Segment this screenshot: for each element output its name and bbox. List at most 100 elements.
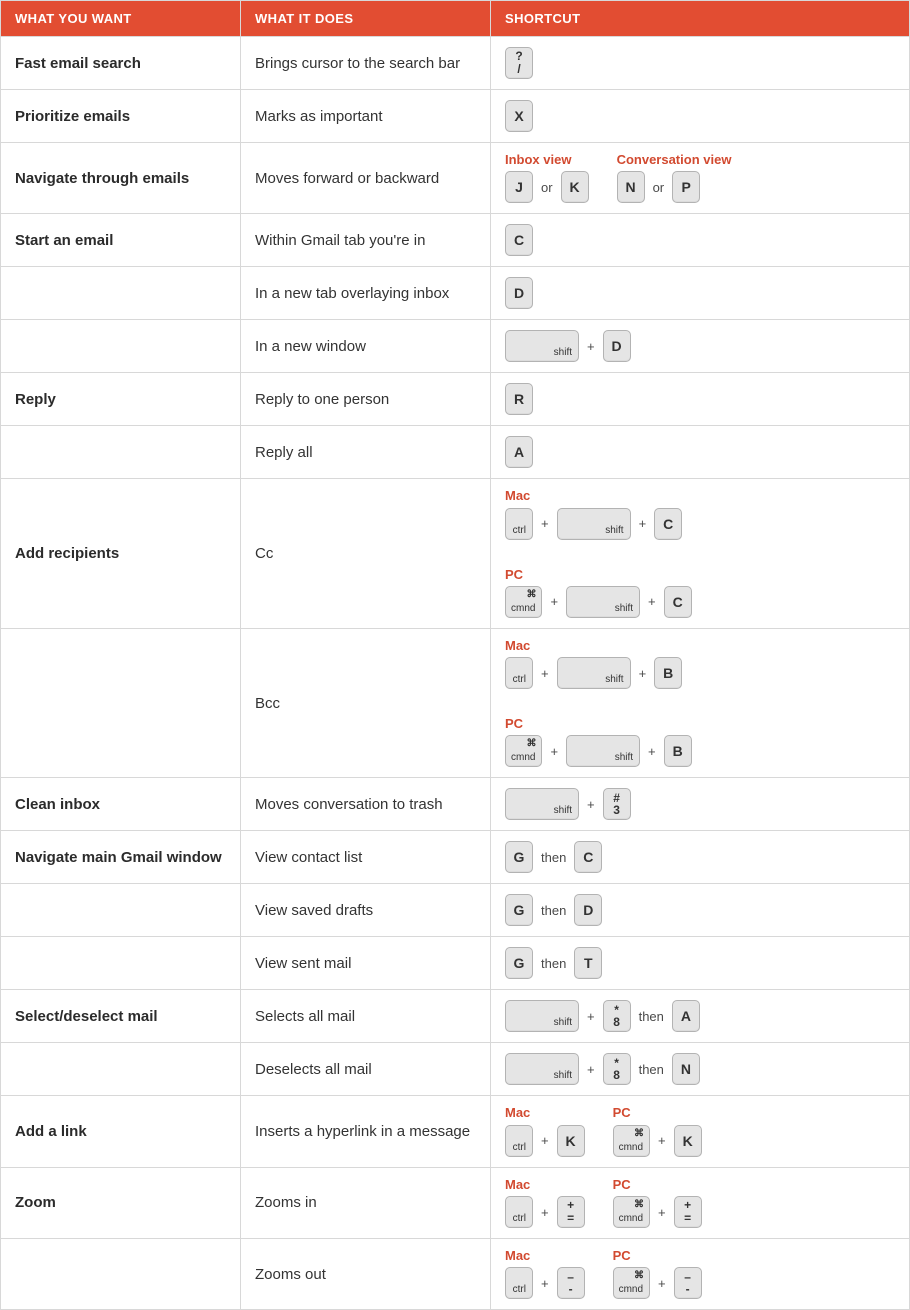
cell-does: In a new tab overlaying inbox bbox=[241, 267, 491, 320]
group-conversation-view: Conversation view N or P bbox=[617, 153, 732, 203]
joiner-plus: + bbox=[539, 1276, 551, 1291]
key-plus-equals: + = bbox=[557, 1196, 585, 1228]
table-row: Add a link Inserts a hyperlink in a mess… bbox=[1, 1096, 910, 1167]
joiner-plus: + bbox=[548, 594, 560, 609]
cell-shortcut: Inbox view J or K Conversation view N or… bbox=[491, 143, 910, 214]
table-row: Navigate through emails Moves forward or… bbox=[1, 143, 910, 214]
cell-want: Navigate through emails bbox=[1, 143, 241, 214]
cell-does: Cc bbox=[241, 479, 491, 629]
cell-does: Within Gmail tab you're in bbox=[241, 214, 491, 267]
key-shift: shift bbox=[505, 330, 579, 362]
group-mac: Mac ctrl + + = bbox=[505, 1178, 585, 1228]
cell-does: Reply all bbox=[241, 426, 491, 479]
table-row: Clean inbox Moves conversation to trash … bbox=[1, 778, 910, 831]
group-mac: Mac ctrl + shift + B bbox=[505, 639, 682, 689]
cell-want bbox=[1, 1043, 241, 1096]
key-k: K bbox=[674, 1125, 702, 1157]
key-shift: shift bbox=[566, 735, 640, 767]
cell-want: Clean inbox bbox=[1, 778, 241, 831]
key-a: A bbox=[672, 1000, 700, 1032]
group-pc: PC ⌘ cmnd + K bbox=[613, 1106, 702, 1156]
key-ctrl: ctrl bbox=[505, 508, 533, 540]
key-n: N bbox=[672, 1053, 700, 1085]
label-mac: Mac bbox=[505, 1178, 585, 1192]
cell-does: Moves forward or backward bbox=[241, 143, 491, 214]
cell-want bbox=[1, 426, 241, 479]
label-inbox-view: Inbox view bbox=[505, 153, 589, 167]
table-row: Reply all A bbox=[1, 426, 910, 479]
table-row: Add recipients Cc Mac ctrl + shift + C bbox=[1, 479, 910, 629]
key-ctrl: ctrl bbox=[505, 1196, 533, 1228]
joiner-plus: + bbox=[539, 1205, 551, 1220]
cell-does: Moves conversation to trash bbox=[241, 778, 491, 831]
key-hash-3: # 3 bbox=[603, 788, 631, 820]
cell-does: Zooms in bbox=[241, 1167, 491, 1238]
label-mac: Mac bbox=[505, 1249, 585, 1263]
group-mac: Mac ctrl + shift + C bbox=[505, 489, 682, 539]
label-pc: PC bbox=[505, 568, 692, 582]
key-shift: shift bbox=[557, 657, 631, 689]
key-plus-equals: + = bbox=[674, 1196, 702, 1228]
cell-shortcut: ? / bbox=[491, 37, 910, 90]
joiner-plus: + bbox=[539, 516, 551, 531]
key-b: B bbox=[654, 657, 682, 689]
cell-want: Add recipients bbox=[1, 479, 241, 629]
key-b: B bbox=[664, 735, 692, 767]
joiner-then: then bbox=[637, 1062, 666, 1077]
joiner-or: or bbox=[651, 180, 667, 195]
joiner-plus: + bbox=[637, 666, 649, 681]
label-mac: Mac bbox=[505, 1106, 585, 1120]
table-row: In a new window shift + D bbox=[1, 320, 910, 373]
joiner-plus: + bbox=[585, 797, 597, 812]
group-pc: PC ⌘ cmnd + shift + C bbox=[505, 568, 692, 618]
key-question-slash: ? / bbox=[505, 47, 533, 79]
key-shift: shift bbox=[566, 586, 640, 618]
key-c: C bbox=[664, 586, 692, 618]
table-row: Bcc Mac ctrl + shift + B PC bbox=[1, 628, 910, 778]
joiner-plus: + bbox=[656, 1205, 668, 1220]
cell-shortcut: X bbox=[491, 90, 910, 143]
cell-shortcut: C bbox=[491, 214, 910, 267]
label-pc: PC bbox=[613, 1106, 702, 1120]
key-d: D bbox=[603, 330, 631, 362]
cell-want: Navigate main Gmail window bbox=[1, 831, 241, 884]
table-row: In a new tab overlaying inbox D bbox=[1, 267, 910, 320]
cell-shortcut: shift + * 8 then N bbox=[491, 1043, 910, 1096]
cell-does: Marks as important bbox=[241, 90, 491, 143]
key-ctrl: ctrl bbox=[505, 1125, 533, 1157]
joiner-plus: + bbox=[646, 594, 658, 609]
table-row: Zoom Zooms in Mac ctrl + + = bbox=[1, 1167, 910, 1238]
table-row: Deselects all mail shift + * 8 then N bbox=[1, 1043, 910, 1096]
joiner-plus: + bbox=[637, 516, 649, 531]
joiner-then: then bbox=[539, 956, 568, 971]
cell-want: Prioritize emails bbox=[1, 90, 241, 143]
key-cmnd: ⌘ cmnd bbox=[613, 1125, 650, 1157]
col-header-want: WHAT YOU WANT bbox=[1, 1, 241, 37]
key-c: C bbox=[654, 508, 682, 540]
table-row: Select/deselect mail Selects all mail sh… bbox=[1, 990, 910, 1043]
table-row: Reply Reply to one person R bbox=[1, 373, 910, 426]
cell-want bbox=[1, 937, 241, 990]
group-inbox-view: Inbox view J or K bbox=[505, 153, 589, 203]
label-pc: PC bbox=[613, 1249, 702, 1263]
key-shift: shift bbox=[505, 1053, 579, 1085]
key-r: R bbox=[505, 383, 533, 415]
joiner-plus: + bbox=[585, 1062, 597, 1077]
col-header-shortcut: SHORTCUT bbox=[491, 1, 910, 37]
table-header-row: WHAT YOU WANT WHAT IT DOES SHORTCUT bbox=[1, 1, 910, 37]
cell-want: Select/deselect mail bbox=[1, 990, 241, 1043]
cell-shortcut: Mac ctrl + K PC ⌘ cmnd bbox=[491, 1096, 910, 1167]
table-row: Prioritize emails Marks as important X bbox=[1, 90, 910, 143]
key-minus: – - bbox=[674, 1267, 702, 1299]
key-p: P bbox=[672, 171, 700, 203]
group-pc: PC ⌘ cmnd + shift + B bbox=[505, 717, 692, 767]
cell-shortcut: G then C bbox=[491, 831, 910, 884]
cell-shortcut: shift + D bbox=[491, 320, 910, 373]
cell-shortcut: G then T bbox=[491, 937, 910, 990]
cell-shortcut: shift + * 8 then A bbox=[491, 990, 910, 1043]
cell-shortcut: G then D bbox=[491, 884, 910, 937]
group-mac: Mac ctrl + K bbox=[505, 1106, 585, 1156]
cell-shortcut: shift + # 3 bbox=[491, 778, 910, 831]
cell-want: Add a link bbox=[1, 1096, 241, 1167]
cell-does: View contact list bbox=[241, 831, 491, 884]
